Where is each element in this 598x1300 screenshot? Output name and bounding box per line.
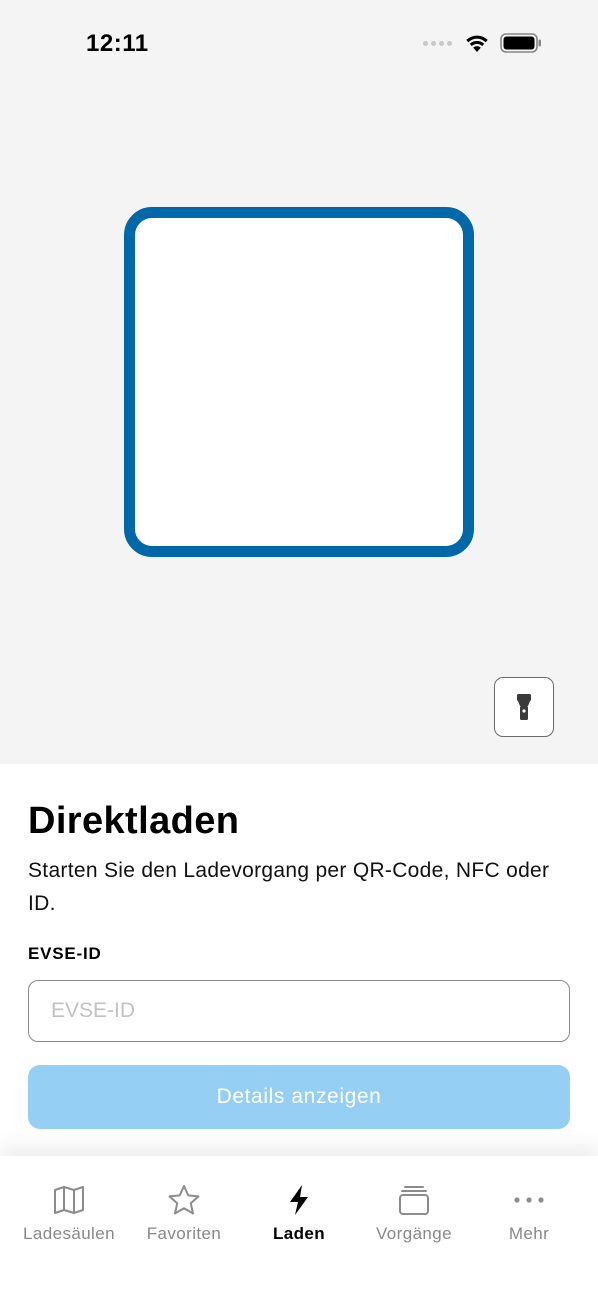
page-description: Starten Sie den Ladevorgang per QR-Code,… xyxy=(28,859,550,915)
lightning-bolt-icon xyxy=(281,1182,317,1218)
page-title: Direktladen xyxy=(28,800,240,842)
tab-label: Ladesäulen xyxy=(23,1224,115,1243)
evse-id-label: EVSE-ID xyxy=(28,944,102,963)
direct-charge-panel: Direktladen Starten Sie den Ladevorgang … xyxy=(0,764,598,1156)
battery-icon xyxy=(500,33,542,53)
tab-label: Favoriten xyxy=(146,1224,222,1243)
status-time: 12:11 xyxy=(86,30,149,57)
stack-icon xyxy=(396,1182,432,1218)
tab-label: Mehr xyxy=(508,1224,550,1243)
qr-scanner-view xyxy=(0,0,598,764)
tab-mehr[interactable]: Mehr xyxy=(469,1156,589,1256)
tab-vorgaenge[interactable]: Vorgänge xyxy=(354,1156,474,1256)
wifi-icon xyxy=(464,33,490,53)
show-details-button[interactable]: Details anzeigen xyxy=(28,1065,570,1129)
tab-favoriten[interactable]: Favoriten xyxy=(124,1156,244,1256)
flashlight-toggle-button[interactable] xyxy=(494,677,554,737)
map-icon xyxy=(51,1182,87,1218)
status-bar: 12:11 xyxy=(0,0,598,90)
tab-ladesaeulen[interactable]: Ladesäulen xyxy=(9,1156,129,1256)
flashlight-icon xyxy=(516,693,532,721)
tab-laden[interactable]: Laden xyxy=(239,1156,359,1256)
tab-label: Vorgänge xyxy=(376,1224,452,1243)
tab-label: Laden xyxy=(272,1224,326,1243)
more-dots-icon xyxy=(511,1182,547,1218)
status-icons xyxy=(423,33,542,53)
evse-id-input[interactable] xyxy=(28,980,570,1042)
qr-scan-frame xyxy=(124,207,474,557)
tab-bar: Ladesäulen Favoriten Laden Vorgänge Mehr xyxy=(0,1156,598,1300)
star-icon xyxy=(166,1182,202,1218)
cellular-signal-icon xyxy=(423,40,452,46)
